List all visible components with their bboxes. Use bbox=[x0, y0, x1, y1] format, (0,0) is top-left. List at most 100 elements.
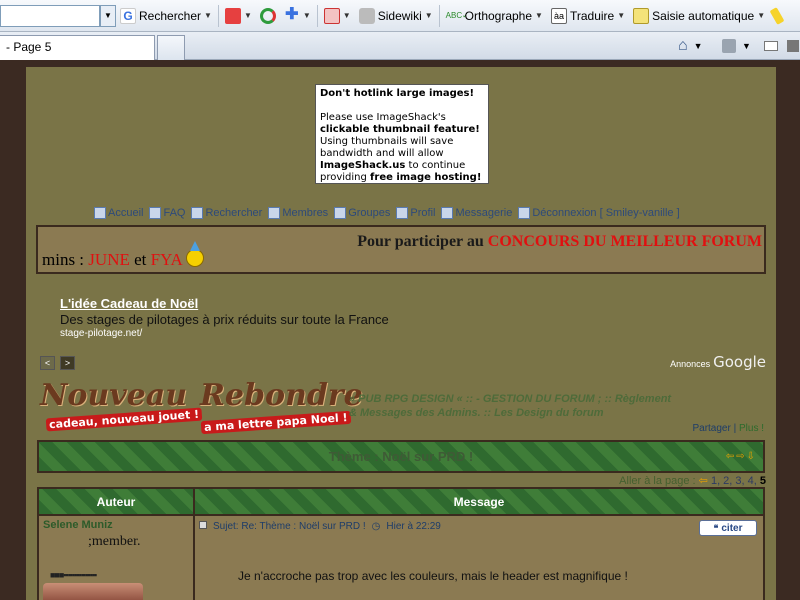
ad-url[interactable]: stage-pilotage.net/ bbox=[60, 328, 389, 339]
mail-icon bbox=[441, 207, 454, 219]
post-subject-line: Sujet: Re: Thème : Noël sur PRD ! ◷ Hier… bbox=[199, 521, 441, 532]
topic-nav-arrows-icon[interactable]: ⇦⇨⇩ bbox=[726, 451, 757, 462]
pagination: Aller à la page : ⇦ 1, 2, 3, 4, 5 bbox=[619, 475, 766, 487]
rank-bar: ■■■▪▪▪▪▪▪▪▪▪▪▪▪▪▪▪ bbox=[50, 570, 97, 580]
caret-icon: ▼ bbox=[617, 11, 626, 20]
blocker-icon bbox=[323, 7, 340, 24]
caret-icon: ▼ bbox=[424, 11, 433, 20]
topic-title-bar: Thème : Noël sur PRD ! ⇦⇨⇩ bbox=[37, 440, 765, 473]
caret-icon: ▼ bbox=[757, 11, 766, 20]
banner-left-text: mins : JUNE et FYA bbox=[42, 241, 205, 270]
post-body: Je n'accroche pas trop avec les couleurs… bbox=[238, 569, 628, 583]
tab-active[interactable]: - Page 5 bbox=[0, 35, 155, 60]
caret-icon: ▼ bbox=[535, 11, 543, 20]
toolbar-plus-button[interactable]: ✚ ▼ bbox=[280, 4, 315, 28]
share-link[interactable]: Partager bbox=[692, 423, 730, 434]
quote-button[interactable]: ❝ citer bbox=[699, 520, 757, 536]
reply-subtitle: a ma lettre papa Noel ! bbox=[200, 410, 351, 435]
new-topic-button[interactable]: Nouveau bbox=[40, 378, 187, 413]
nav-faq[interactable]: FAQ bbox=[149, 207, 185, 219]
separator bbox=[217, 4, 219, 27]
members-icon bbox=[268, 207, 281, 219]
forum-navbar: Accueil FAQ Rechercher Membres Groupes P… bbox=[94, 207, 734, 219]
message-column-header: Message bbox=[195, 489, 763, 514]
profile-icon bbox=[396, 207, 409, 219]
mail-button[interactable] bbox=[764, 37, 778, 55]
caret-icon: ▼ bbox=[342, 11, 351, 20]
topic-title: Thème : Noël sur PRD ! bbox=[328, 449, 474, 464]
nav-profil[interactable]: Profil bbox=[396, 207, 435, 219]
page-links[interactable]: 1, 2, 3, 4, bbox=[711, 475, 760, 487]
nav-messagerie[interactable]: Messagerie bbox=[441, 207, 512, 219]
chevron-down-icon[interactable]: ▼ bbox=[100, 4, 116, 27]
current-page: 5 bbox=[759, 475, 766, 487]
plus-link[interactable]: Plus ! bbox=[739, 423, 764, 434]
caret-icon: ▼ bbox=[742, 41, 751, 51]
print-icon bbox=[787, 40, 799, 52]
logout-icon bbox=[518, 207, 531, 219]
ad-title-link[interactable]: L'idée Cadeau de Noël bbox=[60, 296, 389, 311]
breadcrumb[interactable]: » PUB RPG DESIGN « :: - GESTION DU FORUM… bbox=[349, 392, 679, 420]
separator bbox=[438, 4, 440, 27]
spiral-icon bbox=[259, 7, 276, 24]
feeds-button[interactable]: ▼ bbox=[722, 37, 751, 55]
nav-groupes[interactable]: Groupes bbox=[334, 207, 390, 219]
toolbar-popup-blocker[interactable]: ▼ bbox=[320, 4, 355, 28]
ad-next-button[interactable]: > bbox=[60, 356, 75, 370]
post-message-cell: Sujet: Re: Thème : Noël sur PRD ! ◷ Hier… bbox=[195, 516, 763, 600]
party-smiley-icon bbox=[186, 241, 205, 267]
post-date: Hier à 22:29 bbox=[386, 521, 441, 532]
toolbar-sidewiki-button[interactable]: Sidewiki ▼ bbox=[355, 4, 437, 28]
caret-icon: ▼ bbox=[693, 41, 703, 51]
toolbar-translate-button[interactable]: àa Traduire ▼ bbox=[547, 4, 629, 28]
caret-icon: ▼ bbox=[302, 11, 311, 20]
google-ad: L'idée Cadeau de Noël Des stages de pilo… bbox=[60, 296, 389, 339]
toolbar-highlighter-button[interactable] bbox=[769, 4, 785, 28]
toolbar-search-button[interactable]: G Rechercher ▼ bbox=[116, 4, 216, 28]
reply-button[interactable]: Rebondre bbox=[200, 378, 363, 413]
ad-prev-button[interactable]: < bbox=[40, 356, 55, 370]
share-links: Partager | Plus ! bbox=[692, 423, 764, 434]
rss-icon bbox=[722, 39, 736, 53]
plus-icon: ✚ bbox=[285, 5, 299, 23]
speech-bubble-icon bbox=[358, 7, 375, 24]
home-button[interactable]: ⌂ ▼ bbox=[678, 37, 703, 55]
forum-page: Don't hotlink large images! Please use I… bbox=[26, 67, 776, 600]
new-tab-button[interactable] bbox=[157, 35, 185, 60]
separator bbox=[316, 4, 318, 27]
avatar[interactable] bbox=[43, 583, 143, 600]
spellcheck-icon: ABC✓ bbox=[445, 10, 469, 20]
toolbar-bookmark-button[interactable]: ▼ bbox=[221, 4, 256, 28]
toolbar-spellcheck-button[interactable]: ABC✓ Orthographe ▼ bbox=[442, 4, 547, 28]
author-rank: ;member. bbox=[88, 534, 141, 549]
clock-icon: ◷ bbox=[371, 521, 381, 532]
bookmark-icon bbox=[224, 7, 241, 24]
translate-icon: àa bbox=[550, 7, 567, 24]
browser-toolbar: ▼ G Rechercher ▼ ▼ ✚ ▼ ▼ Sidewiki ▼ ABC✓… bbox=[0, 0, 800, 32]
author-column-header: Auteur bbox=[39, 489, 195, 514]
post-icon bbox=[199, 521, 207, 529]
posts-table-header: Auteur Message bbox=[37, 487, 765, 516]
announcement-banner: mins : JUNE et FYA Pour participer au CO… bbox=[36, 225, 766, 274]
post-row: Selene Muniz ;member. ■■■▪▪▪▪▪▪▪▪▪▪▪▪▪▪▪… bbox=[37, 516, 765, 600]
toolbar-chrome-button[interactable] bbox=[256, 4, 280, 28]
author-name-link[interactable]: Selene Muniz bbox=[43, 519, 113, 531]
annonces-google[interactable]: Annonces Google bbox=[670, 353, 766, 371]
banner-right-text: Pour participer au CONCOURS DU MEILLEUR … bbox=[357, 233, 762, 250]
caret-icon: ▼ bbox=[204, 11, 212, 20]
toolbar-autofill-button[interactable]: Saisie automatique ▼ bbox=[629, 4, 769, 28]
nav-accueil[interactable]: Accueil bbox=[94, 207, 143, 219]
ad-description: Des stages de pilotages à prix réduits s… bbox=[60, 312, 389, 327]
nav-rechercher[interactable]: Rechercher bbox=[191, 207, 262, 219]
nav-membres[interactable]: Membres bbox=[268, 207, 328, 219]
quote-icon: ❝ bbox=[713, 522, 719, 533]
nav-deconnexion[interactable]: Déconnexion [ Smiley-vanille ] bbox=[518, 207, 680, 219]
tab-bar: - Page 5 ⌂ ▼ ▼ bbox=[0, 32, 800, 60]
prev-page-icon[interactable]: ⇦ bbox=[699, 475, 708, 487]
print-button[interactable] bbox=[787, 37, 799, 55]
post-author-cell: Selene Muniz ;member. ■■■▪▪▪▪▪▪▪▪▪▪▪▪▪▪▪ bbox=[39, 516, 195, 600]
ad-navigation: < > bbox=[40, 356, 75, 370]
home-icon bbox=[94, 207, 106, 219]
search-icon bbox=[191, 207, 204, 219]
toolbar-search-input[interactable] bbox=[0, 4, 100, 27]
